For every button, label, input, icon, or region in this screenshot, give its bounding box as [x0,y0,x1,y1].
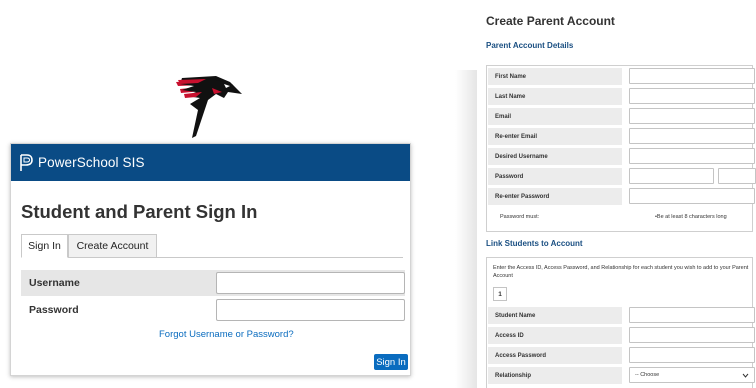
access-password-label: Access Password [488,347,622,364]
password-input[interactable] [216,299,405,321]
brand-name: PowerSchool SIS [38,155,145,170]
link-students-heading: Link Students to Account [486,239,583,248]
first-name-label: First Name [488,68,622,85]
first-name-input[interactable] [629,68,755,84]
student-name-input[interactable] [629,307,755,323]
signin-card: PowerSchool SIS Student and Parent Sign … [10,143,411,376]
password-strength-box [718,168,756,184]
student-name-label: Student Name [488,307,622,324]
email-input[interactable] [629,108,755,124]
desired-username-input[interactable] [629,148,755,164]
relationship-select[interactable]: -- Choose [629,367,755,383]
access-id-input[interactable] [629,327,755,343]
tab-sign-in[interactable]: Sign In [21,234,68,258]
access-password-input[interactable] [629,347,755,363]
reenter-email-input[interactable] [629,128,755,144]
sign-in-button[interactable]: Sign In [374,354,408,370]
falcon-logo [172,74,244,140]
chevron-down-icon [742,373,749,378]
create-parent-account-panel: Create Parent Account Parent Account Det… [477,0,756,388]
forgot-credentials-link[interactable]: Forgot Username or Password? [159,329,294,340]
password-must-label: Password must: [500,214,540,220]
details-section-heading: Parent Account Details [486,41,574,50]
reenter-email-label: Re-enter Email [488,128,622,145]
username-input[interactable] [216,272,405,294]
panel-shadow [455,70,477,388]
relationship-label: Relationship [488,367,622,384]
reenter-password-label: Re-enter Password [488,188,622,205]
last-name-label: Last Name [488,88,622,105]
password-label: Password [488,168,622,185]
signin-header: PowerSchool SIS [11,144,410,181]
access-id-label: Access ID [488,327,622,344]
signin-tabs: Sign In Create Account [21,234,403,258]
link-students-form: Enter the Access ID, Access Password, an… [486,257,755,388]
page-title: Student and Parent Sign In [21,201,258,222]
student-tab-1[interactable]: 1 [493,287,507,301]
create-account-title: Create Parent Account [486,14,615,28]
powerschool-logo-icon [19,153,33,172]
details-form: First Name Last Name Email Re-enter Emai… [486,65,756,232]
desired-username-label: Desired Username [488,148,622,165]
password-input[interactable] [629,168,714,184]
last-name-input[interactable] [629,88,755,104]
link-instructions: Enter the Access ID, Access Password, an… [493,265,749,279]
email-label: Email [488,108,622,125]
reenter-password-input[interactable] [629,188,755,204]
password-rule: •Be at least 8 characters long [655,214,727,220]
tab-create-account[interactable]: Create Account [68,234,157,258]
relationship-selected: -- Choose [635,372,660,378]
